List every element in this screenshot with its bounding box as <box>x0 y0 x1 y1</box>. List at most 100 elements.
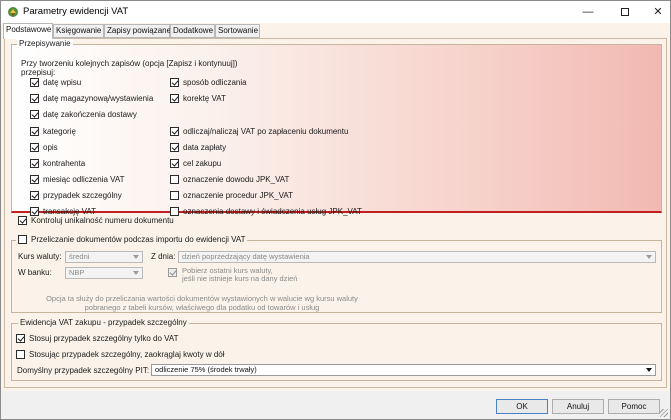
kurs-waluty-select[interactable]: średni <box>65 251 143 263</box>
checkbox-label: kategorię <box>43 127 76 136</box>
checkbox-label: Kontroluj unikalność numeru dokumentu <box>31 216 174 225</box>
tab-ksiegowanie[interactable]: Księgowanie <box>53 24 104 38</box>
checkbox-box[interactable] <box>170 143 179 152</box>
checkbox-box[interactable] <box>16 334 25 343</box>
przeliczanie-caption-row[interactable]: Przeliczanie dokumentów podczas importu … <box>16 235 248 244</box>
checkbox-oznaczenie-dowodu-jpk[interactable]: oznaczenie dowodu JPK_VAT <box>170 174 289 186</box>
checkbox-label: sposób odliczania <box>183 78 247 87</box>
checkbox-box[interactable] <box>18 216 27 225</box>
resize-grip-icon[interactable] <box>660 409 668 417</box>
checkbox-sposob-odliczania[interactable]: sposób odliczania <box>170 77 247 89</box>
checkbox-box[interactable] <box>30 94 39 103</box>
w-banku-select[interactable]: NBP <box>65 267 143 279</box>
checkbox-label: przypadek szczególny <box>43 191 122 200</box>
title-bar[interactable]: Parametry ewidencji VAT — ✕ <box>1 1 670 23</box>
checkbox-opis[interactable]: opis <box>30 142 58 154</box>
tab-dodatkowe[interactable]: Dodatkowe <box>170 24 215 38</box>
domyslny-pit-value: odliczenie 75% (środek trwały) <box>155 365 257 374</box>
checkbox-label: oznaczenie dowodu JPK_VAT <box>183 175 290 184</box>
checkbox-oznaczenia-dostawy-jpk[interactable]: oznaczenia dostawy i świadczenia usług J… <box>170 206 362 218</box>
checkbox-label: data zapłaty <box>183 143 227 152</box>
chevron-down-icon <box>646 368 652 372</box>
przepisywanie-intro: Przy tworzeniu kolejnych zapisów (opcja … <box>21 59 238 77</box>
tab-panel-podstawowe: Przepisywanie Przy tworzeniu kolejnych z… <box>4 38 667 388</box>
tab-zapisy-powiazane[interactable]: Zapisy powiązane <box>104 24 171 38</box>
dialog-window: Parametry ewidencji VAT — ✕ Podstawowe K… <box>0 0 671 420</box>
checkbox-label: datę magazynową/wystawienia <box>43 94 154 103</box>
checkbox-box[interactable] <box>30 110 39 119</box>
checkbox-box[interactable] <box>30 143 39 152</box>
checkbox-box[interactable] <box>170 159 179 168</box>
checkbox-label: Stosując przypadek szczególny, zaokrągla… <box>29 350 225 359</box>
checkbox-przeliczanie[interactable] <box>18 235 27 244</box>
maximize-icon <box>621 8 629 17</box>
checkbox-label: miesiąc odliczenia VAT <box>43 175 125 184</box>
checkbox-label: kontrahenta <box>43 159 86 168</box>
checkbox-data-zakonczenia-dostawy[interactable]: datę zakończenia dostawy <box>30 109 137 121</box>
tab-sortowanie[interactable]: Sortowanie <box>215 24 260 38</box>
chevron-down-icon <box>133 255 139 259</box>
domyslny-pit-select[interactable]: odliczenie 75% (środek trwały) <box>151 364 656 376</box>
pobierz-line-2: jeśli nie istnieje kurs na dany dzień <box>182 274 298 283</box>
checkbox-cel-zakupu[interactable]: cel zakupu <box>170 158 221 170</box>
checkbox-korekte-vat[interactable]: korektę VAT <box>170 93 226 105</box>
checkbox-zaokraglaj-w-dol[interactable]: Stosując przypadek szczególny, zaokrągla… <box>16 349 225 361</box>
minimize-button[interactable]: — <box>573 1 603 23</box>
przeliczanie-caption: Przeliczanie dokumentów podczas importu … <box>31 235 246 244</box>
checkbox-miesiac-odliczenia[interactable]: miesiąc odliczenia VAT <box>30 174 125 186</box>
chevron-down-icon <box>646 255 652 259</box>
checkbox-stosuj-tylko-vat[interactable]: Stosuj przypadek szczególny tylko do VAT <box>16 333 179 345</box>
checkbox-przypadek-szczegolny[interactable]: przypadek szczególny <box>30 190 122 202</box>
ewidencja-caption: Ewidencja VAT zakupu - przypadek szczegó… <box>18 318 189 327</box>
checkbox-label: datę zakończenia dostawy <box>43 110 137 119</box>
checkbox-box[interactable] <box>170 175 179 184</box>
checkbox-data-zaplaty[interactable]: data zapłaty <box>170 142 226 154</box>
checkbox-label: korektę VAT <box>183 94 226 103</box>
anuluj-button[interactable]: Anuluj <box>552 399 604 414</box>
kurs-waluty-label: Kurs waluty: <box>18 252 62 261</box>
przeliczanie-note: Opcja ta służy do przeliczania wartości … <box>46 294 358 312</box>
app-logo-icon <box>8 7 18 17</box>
checkbox-label: oznaczenia dostawy i świadczenia usług J… <box>183 207 362 216</box>
checkbox-data-magazynowa[interactable]: datę magazynową/wystawienia <box>30 93 153 105</box>
checkbox-kontroluj-unikalnosc[interactable]: Kontroluj unikalność numeru dokumentu <box>18 215 174 227</box>
przepisywanie-group: Przepisywanie Przy tworzeniu kolejnych z… <box>11 39 662 216</box>
checkbox-pobierz-ostatni-kurs[interactable] <box>168 268 177 277</box>
checkbox-box[interactable] <box>16 350 25 359</box>
tab-podstawowe[interactable]: Podstawowe <box>3 23 53 39</box>
kurs-waluty-value: średni <box>69 252 90 261</box>
checkbox-kontrahenta[interactable]: kontrahenta <box>30 158 85 170</box>
checkbox-label: datę wpisu <box>43 78 82 87</box>
checkbox-odliczaj-po-zaplaceniu[interactable]: odliczaj/naliczaj VAT po zapłaceniu doku… <box>170 126 348 138</box>
checkbox-box[interactable] <box>170 94 179 103</box>
pomoc-button[interactable]: Pomoc <box>608 399 660 414</box>
checkbox-box[interactable] <box>170 191 179 200</box>
chevron-down-icon <box>133 271 139 275</box>
z-dnia-select[interactable]: dzień poprzedzający datę wystawienia <box>178 251 656 263</box>
checkbox-box[interactable] <box>170 127 179 136</box>
checkbox-box[interactable] <box>30 191 39 200</box>
window-title: Parametry ewidencji VAT <box>23 6 129 17</box>
checkbox-box[interactable] <box>30 175 39 184</box>
checkbox-oznaczenie-procedur-jpk[interactable]: oznaczenie procedur JPK_VAT <box>170 190 293 202</box>
checkbox-kategorie[interactable]: kategorię <box>30 126 76 138</box>
z-dnia-value: dzień poprzedzający datę wystawienia <box>182 252 310 261</box>
checkbox-box[interactable] <box>170 78 179 87</box>
pobierz-ostatni-kurs-label: Pobierz ostatni kurs waluty, jeśli nie i… <box>182 267 297 283</box>
checkbox-label: odliczaj/naliczaj VAT po zapłaceniu doku… <box>183 127 349 136</box>
close-button[interactable]: ✕ <box>643 1 670 23</box>
w-banku-value: NBP <box>69 268 85 277</box>
ewidencja-group: Ewidencja VAT zakupu - przypadek szczegó… <box>11 318 662 381</box>
ok-button[interactable]: OK <box>496 399 548 414</box>
checkbox-label: opis <box>43 143 58 152</box>
checkbox-label: cel zakupu <box>183 159 222 168</box>
checkbox-data-wpisu[interactable]: datę wpisu <box>30 77 81 89</box>
maximize-button[interactable] <box>610 1 640 23</box>
checkbox-label: oznaczenie procedur JPK_VAT <box>183 191 293 200</box>
checkbox-box[interactable] <box>30 78 39 87</box>
w-banku-label: W banku: <box>18 268 52 277</box>
checkbox-box[interactable] <box>30 127 39 136</box>
przepisywanie-caption: Przepisywanie <box>17 39 73 48</box>
checkbox-box[interactable] <box>30 159 39 168</box>
z-dnia-label: Z dnia: <box>151 252 176 261</box>
